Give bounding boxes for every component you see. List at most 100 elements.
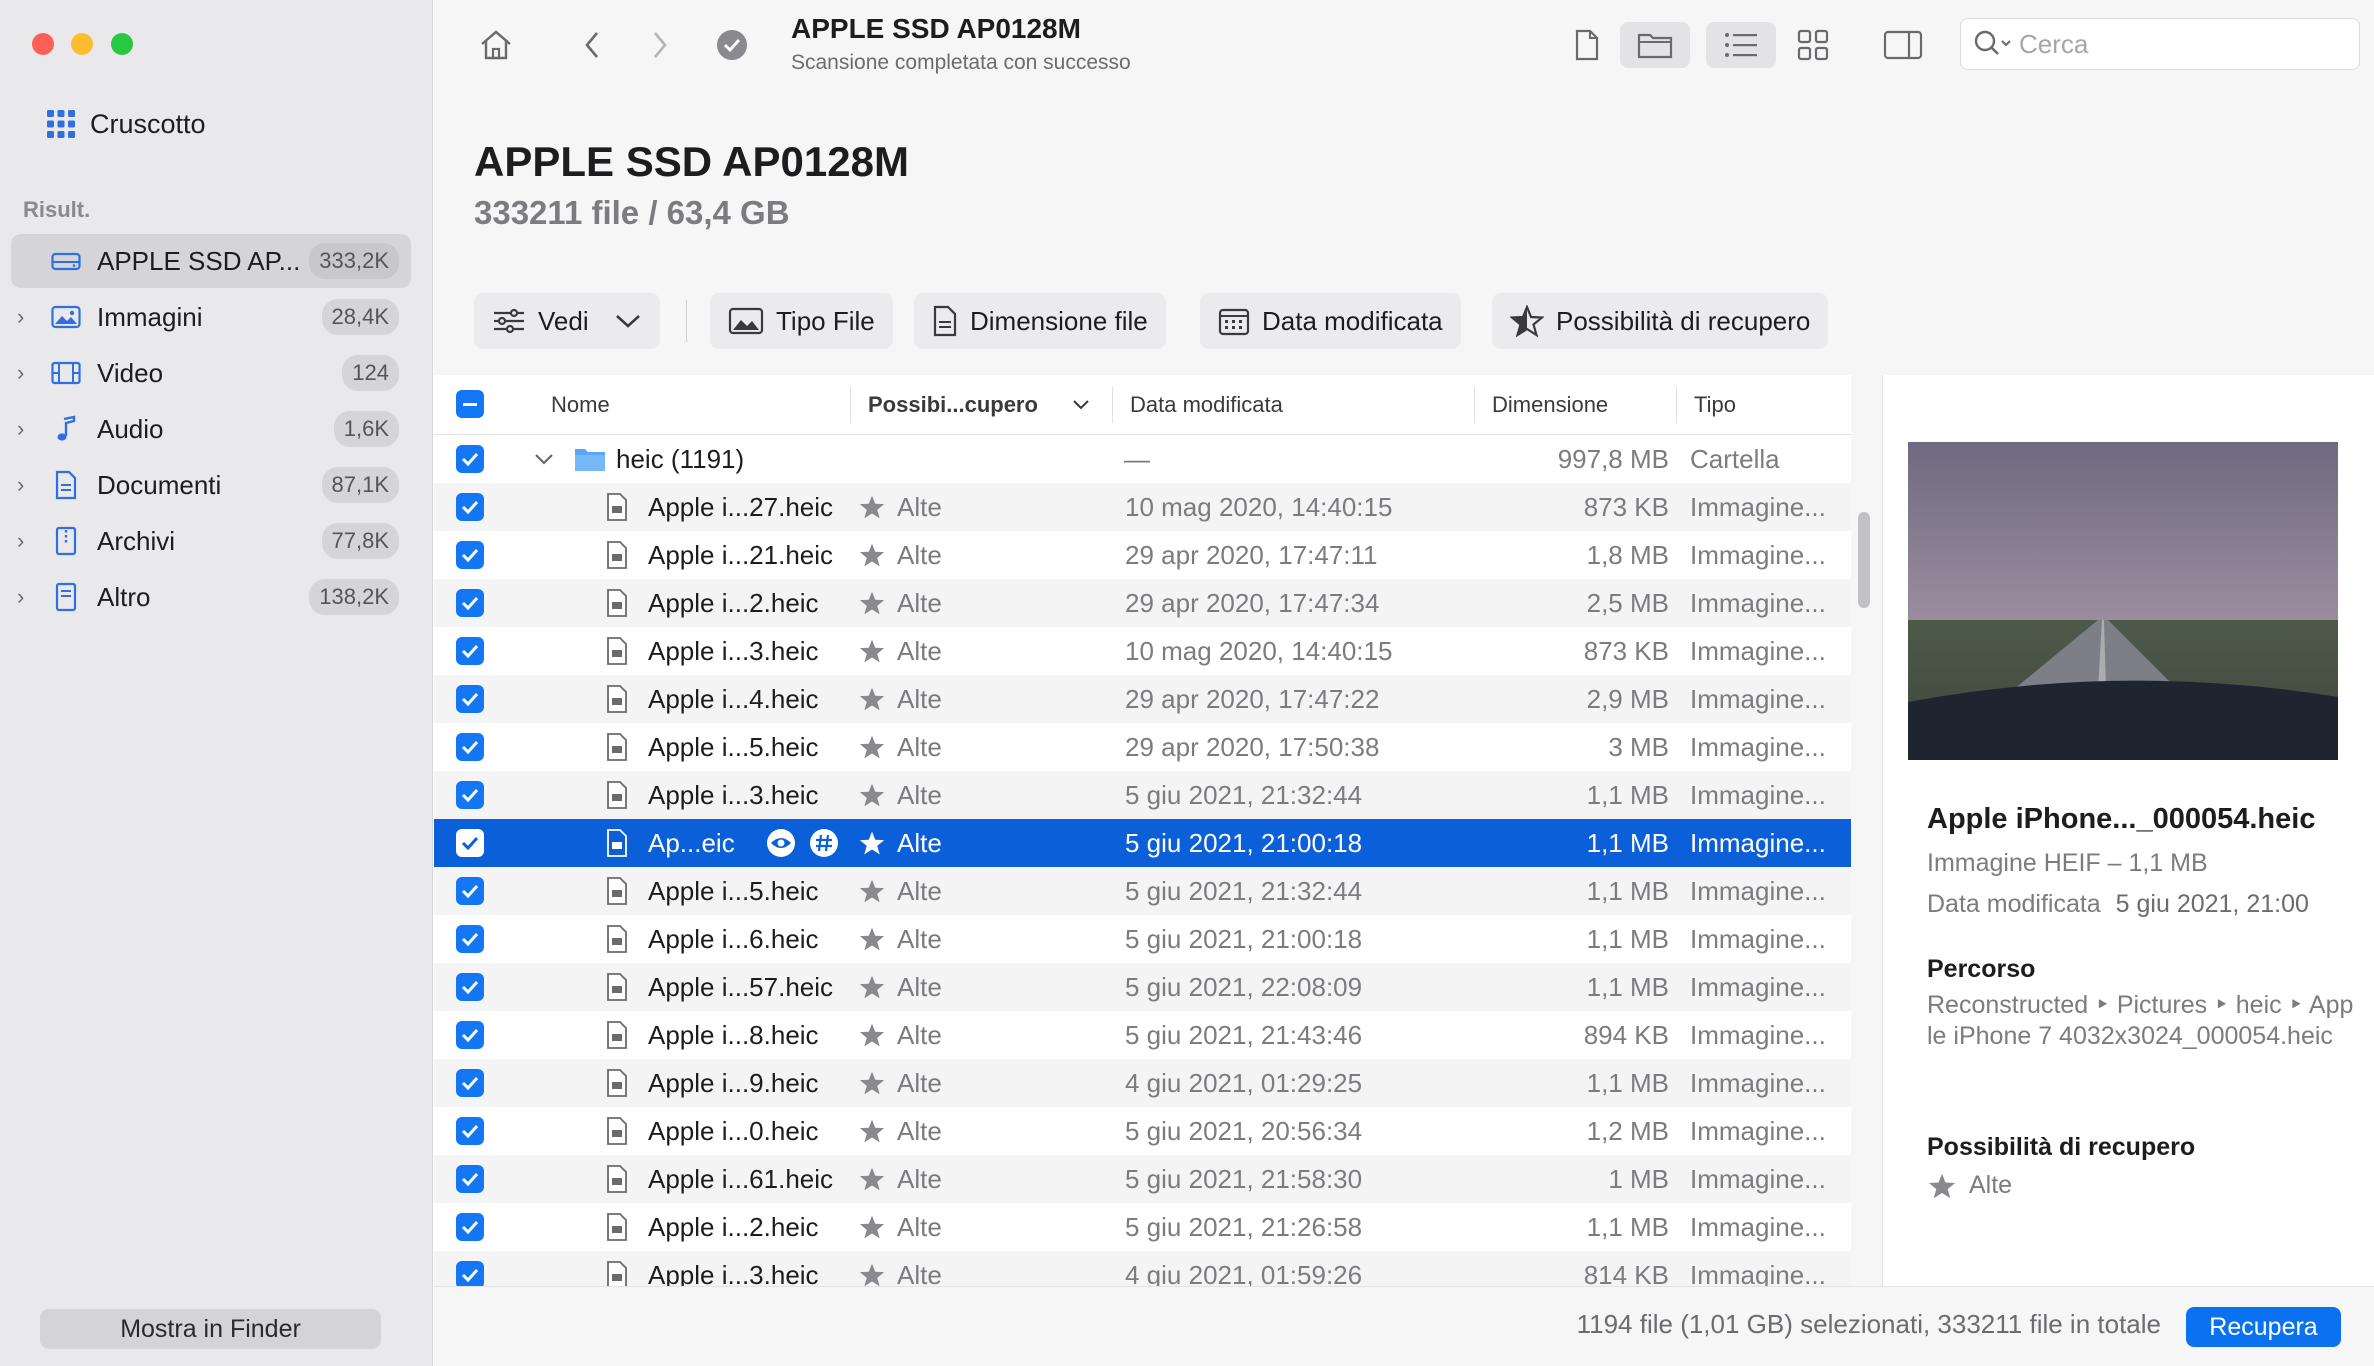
file-icon — [606, 819, 628, 867]
file-size: 1,1 MB — [1586, 779, 1669, 810]
select-all-checkbox[interactable] — [456, 390, 484, 418]
file-icon — [606, 1155, 628, 1203]
forward-arrow-icon[interactable] — [640, 22, 680, 68]
file-type: Immagine... — [1690, 539, 1826, 570]
close-window-button[interactable] — [32, 33, 54, 55]
row-checkbox[interactable] — [456, 925, 484, 953]
search-placeholder: Cerca — [2019, 28, 2089, 59]
toolbar: APPLE SSD AP0128M Scansione completata c… — [434, 0, 2374, 90]
sidebar-item-other[interactable]: › Altro 138,2K — [11, 570, 411, 624]
table-row[interactable]: Apple i...21.heic Alte 29 apr 2020, 17:47:… — [434, 531, 1851, 579]
date-modified-filter[interactable]: Data modificata — [1200, 293, 1461, 349]
show-in-finder-button[interactable]: Mostra in Finder — [40, 1309, 381, 1349]
table-row[interactable]: Apple i...4.heic Alte 29 apr 2020, 17:47:2… — [434, 675, 1851, 723]
row-checkbox[interactable] — [456, 589, 484, 617]
sidebar: Cruscotto Risult. APPLE SSD AP... 333,2K… — [0, 0, 433, 1366]
table-row[interactable]: Apple i...5.heic Alte 5 giu 2021, 21:32:44… — [434, 867, 1851, 915]
sidebar-item-images[interactable]: › Immagini 28,4K — [11, 290, 411, 344]
table-row[interactable]: Apple i...2.heic Alte 29 apr 2020, 17:47:3… — [434, 579, 1851, 627]
recovery-chance-label: Possibilità di recupero — [1556, 305, 1811, 336]
table-row[interactable]: Apple i...2.heic Alte 5 giu 2021, 21:26:58… — [434, 1203, 1851, 1251]
file-size: 2,5 MB — [1586, 587, 1669, 618]
file-size-filter[interactable]: Dimensione file — [914, 293, 1166, 349]
table-row[interactable]: Apple i...9.heic Alte 4 giu 2021, 01:29:25… — [434, 1059, 1851, 1107]
table-row[interactable]: Apple i...6.heic Alte 5 giu 2021, 21:00:18… — [434, 915, 1851, 963]
row-checkbox[interactable] — [456, 829, 484, 857]
folder-name: heic (1191) — [616, 443, 745, 474]
row-checkbox[interactable] — [456, 445, 484, 473]
checkmark-circle-icon — [712, 22, 752, 68]
list-view-icon[interactable] — [1706, 22, 1776, 68]
recovery-chance: Alte — [897, 491, 942, 522]
table-scrollbar[interactable] — [1858, 512, 1870, 608]
row-checkbox[interactable] — [456, 1165, 484, 1193]
grid-view-icon[interactable] — [1788, 22, 1838, 68]
table-row[interactable]: Apple i...0.heic Alte 5 giu 2021, 20:56:34… — [434, 1107, 1851, 1155]
column-header-date[interactable]: Data modificata — [1130, 392, 1283, 418]
chevron-right-icon[interactable]: › — [17, 528, 39, 554]
row-checkbox[interactable] — [456, 493, 484, 521]
row-checkbox[interactable] — [456, 733, 484, 761]
sidebar-item-audio[interactable]: › Audio 1,6K — [11, 402, 411, 456]
table-row[interactable]: Apple i...3.heic Alte 5 giu 2021, 21:32:44… — [434, 771, 1851, 819]
row-checkbox[interactable] — [456, 1069, 484, 1097]
column-header-name[interactable]: Nome — [551, 392, 610, 418]
sidebar-item-dashboard[interactable]: Cruscotto — [46, 104, 206, 144]
recover-button[interactable]: Recupera — [2186, 1307, 2341, 1347]
chevron-right-icon[interactable]: › — [17, 584, 39, 610]
chevron-right-icon[interactable]: › — [17, 360, 39, 386]
sidebar-toggle-icon[interactable] — [1878, 22, 1928, 68]
search-field[interactable]: Cerca — [1960, 18, 2360, 70]
chevron-right-icon[interactable]: › — [17, 416, 39, 442]
file-view-icon[interactable] — [1564, 22, 1610, 68]
hex-view-icon[interactable] — [809, 819, 839, 867]
sidebar-item-video[interactable]: › Video 124 — [11, 346, 411, 400]
file-name: Apple i...2.heic — [648, 587, 819, 618]
table-row[interactable]: Apple i...27.heic Alte 10 mag 2020, 14:40:… — [434, 483, 1851, 531]
chevron-right-icon[interactable]: › — [17, 472, 39, 498]
sidebar-item-documents[interactable]: › Documenti 87,1K — [11, 458, 411, 512]
zoom-window-button[interactable] — [111, 33, 133, 55]
folder-type: Cartella — [1690, 443, 1780, 474]
file-name: Apple i...2.heic — [648, 1211, 819, 1242]
row-checkbox[interactable] — [456, 1117, 484, 1145]
recovery-chance-filter[interactable]: Possibilità di recupero — [1492, 293, 1829, 349]
column-header-type[interactable]: Tipo — [1694, 392, 1736, 418]
view-dropdown[interactable]: Vedi — [474, 293, 660, 349]
table-row[interactable]: Apple i...5.heic Alte 29 apr 2020, 17:50:3… — [434, 723, 1851, 771]
table-row[interactable]: Apple i...57.heic Alte 5 giu 2021, 22:08:0… — [434, 963, 1851, 1011]
back-arrow-icon[interactable] — [572, 22, 612, 68]
eye-icon[interactable] — [766, 819, 796, 867]
sidebar-item-drive[interactable]: APPLE SSD AP... 333,2K — [11, 234, 411, 288]
minimize-window-button[interactable] — [71, 33, 93, 55]
row-checkbox[interactable] — [456, 973, 484, 1001]
column-header-size[interactable]: Dimensione — [1492, 392, 1608, 418]
row-checkbox[interactable] — [456, 1021, 484, 1049]
table-row[interactable]: Apple i...61.heic Alte 5 giu 2021, 21:58:3… — [434, 1155, 1851, 1203]
folder-view-icon[interactable] — [1620, 22, 1690, 68]
row-checkbox[interactable] — [456, 781, 484, 809]
table-row[interactable]: Apple i...3.heic Alte 4 giu 2021, 01:59:26… — [434, 1251, 1851, 1286]
row-checkbox[interactable] — [456, 637, 484, 665]
row-checkbox[interactable] — [456, 685, 484, 713]
home-icon[interactable] — [474, 22, 518, 68]
column-header-recovery[interactable]: Possibi...cupero — [868, 392, 1038, 418]
sidebar-item-label: Documenti — [97, 469, 222, 500]
file-type-filter[interactable]: Tipo File — [710, 293, 893, 349]
sidebar-item-archives[interactable]: › Archivi 77,8K — [11, 514, 411, 568]
table-row[interactable]: Apple i...8.heic Alte 5 giu 2021, 21:43:46… — [434, 1011, 1851, 1059]
modified-date: 5 giu 2021, 22:08:09 — [1125, 971, 1363, 1002]
row-checkbox[interactable] — [456, 1261, 484, 1286]
table-row[interactable]: Apple i...3.heic Alte 10 mag 2020, 14:40:1… — [434, 627, 1851, 675]
file-size: 1,1 MB — [1586, 1211, 1669, 1242]
chevron-right-icon[interactable]: › — [17, 304, 39, 330]
row-checkbox[interactable] — [456, 877, 484, 905]
file-type: Immagine... — [1690, 1115, 1826, 1146]
table-row[interactable]: Ap...eic Alte 5 giu 2021, 21:00:18 1,1 MB Im… — [434, 819, 1851, 867]
row-checkbox[interactable] — [456, 541, 484, 569]
row-checkbox[interactable] — [456, 1213, 484, 1241]
image-icon — [49, 303, 83, 331]
folder-row[interactable]: heic (1191) — 997,8 MB Cartella — [434, 435, 1851, 483]
chevron-down-icon[interactable] — [534, 435, 554, 483]
star-icon — [1928, 1173, 1956, 1198]
